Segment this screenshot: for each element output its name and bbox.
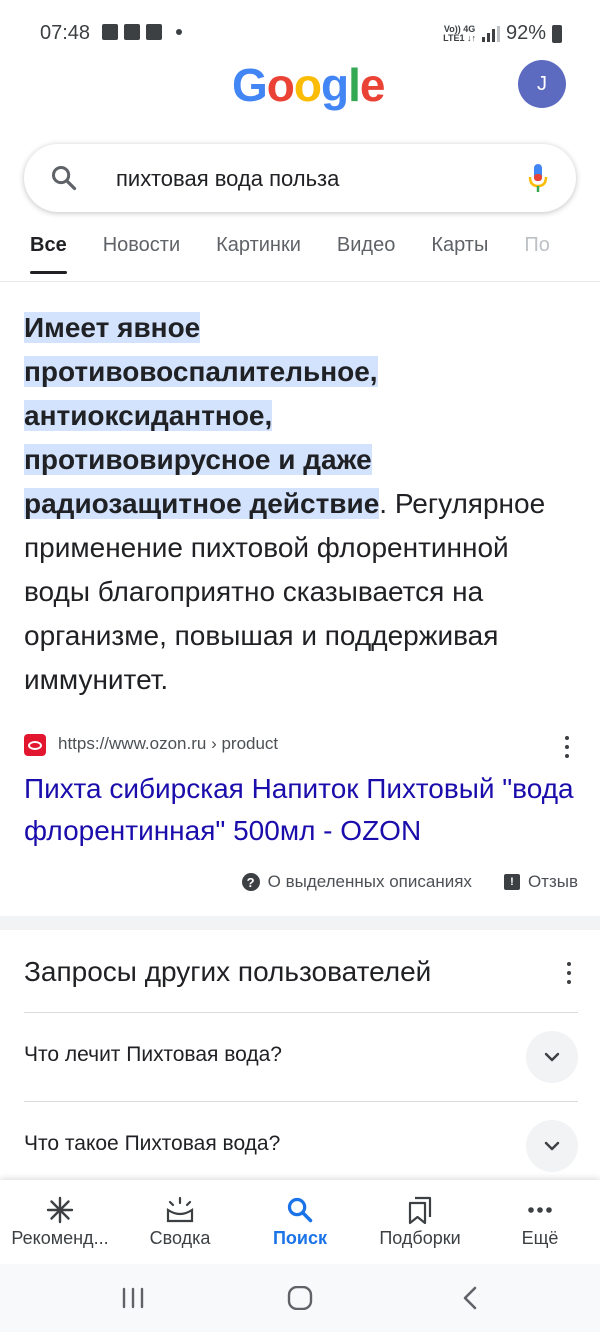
recent-apps-icon[interactable] [120, 1286, 146, 1310]
expand-button[interactable] [526, 1031, 578, 1083]
featured-snippet: Имеет явное противовоспалительное, антио… [24, 306, 576, 702]
nav-label: Поиск [272, 1228, 328, 1248]
paa-question[interactable]: Что такое Пихтовая вода? [24, 1132, 280, 1156]
about-snippets-link[interactable]: О выделенных описаниях [268, 872, 472, 892]
battery-icon [552, 24, 562, 43]
package-icon [124, 24, 140, 40]
more-options-icon[interactable] [564, 736, 570, 758]
expand-button[interactable] [526, 1120, 578, 1172]
feedback-icon: ! [503, 874, 520, 890]
tabs-divider [0, 281, 600, 282]
people-also-ask-title: Запросы других пользователей [24, 956, 432, 987]
more-icon [526, 1194, 554, 1226]
briefing-icon [165, 1194, 195, 1226]
nav-collections[interactable]: Подборки [360, 1180, 480, 1264]
help-icon: ? [241, 873, 260, 891]
package-icon [146, 24, 162, 40]
search-tabs: Все Новости Картинки Видео Карты По [0, 230, 600, 280]
snippet-highlight-line: Имеет явное [24, 312, 201, 343]
nav-label: Ещё [521, 1228, 559, 1248]
notification-icons [102, 24, 182, 40]
search-bar[interactable]: пихтовая вода польза [24, 144, 576, 212]
signal-icon [481, 25, 500, 42]
nav-search[interactable]: Поиск [240, 1180, 360, 1264]
battery-percent: 92% [505, 22, 546, 44]
more-options-icon[interactable] [566, 962, 572, 984]
chevron-down-icon [544, 1052, 560, 1062]
snippet-footer: ? О выделенных описаниях ! Отзыв [241, 872, 578, 892]
bottom-navigation: Рекоменд... Сводка Поиск Подборки Ещё [0, 1180, 600, 1264]
snippet-body-text: Регулярное применение пихтовой флорентин… [24, 488, 546, 695]
search-input[interactable]: пихтовая вода польза [116, 166, 339, 192]
nav-label: Рекоменд... [11, 1228, 109, 1248]
tab-shopping[interactable]: По [506, 230, 568, 280]
feedback-link[interactable]: Отзыв [528, 872, 578, 892]
network-indicator: Vo)) 4G LTE1 ↓↑ [443, 24, 476, 43]
status-bar: 07:48 Vo)) 4G LTE1 ↓↑ 92% [0, 0, 600, 64]
more-notifications-icon [176, 29, 182, 35]
system-navigation-bar [0, 1264, 600, 1332]
account-avatar[interactable]: J [518, 60, 566, 108]
paa-question-row[interactable]: Что лечит Пихтовая вода? [24, 1012, 578, 1102]
result-source[interactable]: https://www.ozon.ru › product [24, 732, 576, 758]
system-status: Vo)) 4G LTE1 ↓↑ 92% [443, 22, 562, 45]
tab-maps[interactable]: Карты [413, 230, 506, 280]
collections-icon [406, 1194, 434, 1226]
tab-all[interactable]: Все [0, 230, 85, 280]
gallery-icon [102, 24, 118, 40]
snippet-period: . [379, 488, 388, 519]
tab-images[interactable]: Картинки [198, 230, 319, 280]
nav-discover[interactable]: Рекоменд... [0, 1180, 120, 1264]
source-url[interactable]: https://www.ozon.ru › product [58, 734, 278, 754]
search-icon[interactable] [50, 164, 78, 192]
snippet-highlight-line: противовирусное и даже [24, 444, 372, 475]
nav-label: Подборки [379, 1228, 461, 1248]
network-bottom-label: LTE1 ↓↑ [443, 32, 476, 43]
snippet-highlight-line: радиозащитное действие [24, 488, 380, 519]
google-logo[interactable]: Google [232, 58, 385, 112]
home-icon[interactable] [287, 1286, 313, 1310]
tab-videos[interactable]: Видео [319, 230, 413, 280]
ozon-favicon [24, 734, 46, 756]
paa-question-row[interactable]: Что такое Пихтовая вода? [24, 1101, 578, 1191]
section-divider [0, 916, 600, 930]
microphone-icon[interactable] [526, 162, 550, 194]
chevron-down-icon [544, 1141, 560, 1151]
paa-question[interactable]: Что лечит Пихтовая вода? [24, 1043, 282, 1067]
status-time: 07:48 [40, 22, 91, 44]
tab-news[interactable]: Новости [85, 230, 198, 280]
snippet-highlight-line: антиоксидантное, [24, 400, 273, 431]
snippet-highlight-line: противовоспалительное, [24, 356, 378, 387]
search-icon [286, 1194, 314, 1226]
back-icon[interactable] [458, 1286, 484, 1310]
nav-briefing[interactable]: Сводка [120, 1180, 240, 1264]
result-title-link[interactable]: Пихта сибирская Напиток Пихтовый "вода ф… [24, 768, 584, 852]
nav-more[interactable]: Ещё [480, 1180, 600, 1264]
asterisk-icon [46, 1194, 74, 1226]
nav-label: Сводка [149, 1228, 211, 1248]
